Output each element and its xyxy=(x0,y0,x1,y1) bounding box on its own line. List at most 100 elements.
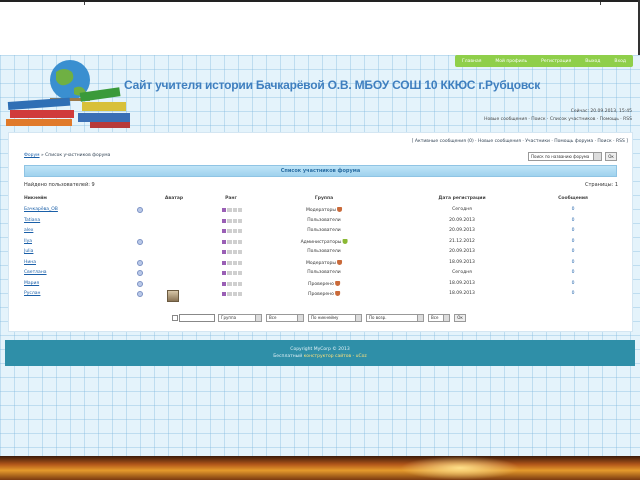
forum-jump-value: Поиск по названию форума xyxy=(531,154,590,159)
member-name-link[interactable]: Tatiana xyxy=(24,218,40,223)
rank-bar xyxy=(222,250,242,254)
post-count[interactable]: 0 xyxy=(572,260,575,265)
member-group: Проверено xyxy=(308,280,340,287)
member-group: Пользователи xyxy=(307,270,340,275)
post-count[interactable]: 0 xyxy=(572,270,575,275)
post-count[interactable]: 0 xyxy=(572,291,575,296)
post-count[interactable]: 0 xyxy=(572,239,575,244)
filter-scope-value: Все xyxy=(269,315,277,320)
filter-count-select[interactable]: Все xyxy=(428,314,450,322)
filter-order-value: По возр. xyxy=(369,315,387,320)
col-registration-date[interactable]: Дата регистрации xyxy=(438,196,485,201)
rank-segment xyxy=(232,281,237,286)
pagination[interactable]: Страницы: 1 xyxy=(585,182,618,188)
registration-date: 18.09.2013 xyxy=(449,291,475,296)
site-title: Сайт учителя истории Бачкарёвой О.В. МБО… xyxy=(124,78,541,92)
profile-icon[interactable] xyxy=(137,291,143,297)
rank-segment xyxy=(222,292,227,296)
rank-segment xyxy=(232,208,237,212)
member-group-label: Пользователи xyxy=(307,217,341,223)
member-name-link[interactable]: Руслан xyxy=(24,291,40,296)
registration-date: 20.09.2013 xyxy=(449,228,475,233)
rank-segment xyxy=(222,260,227,265)
member-name-link[interactable]: Ilya xyxy=(24,239,32,244)
profile-icon[interactable] xyxy=(137,238,143,245)
filter-name-input[interactable] xyxy=(179,314,215,322)
member-name-link[interactable]: Julia xyxy=(24,249,33,254)
member-group-label: Модераторы xyxy=(306,260,336,266)
member-name-link[interactable]: Мария xyxy=(24,281,39,286)
breadcrumb-home-link[interactable]: Форум xyxy=(24,153,40,158)
nav-logout[interactable]: Выход xyxy=(585,59,600,64)
ucoz-link[interactable]: конструктор сайтов - uCoz xyxy=(304,354,367,359)
col-nickname[interactable]: Никнейм xyxy=(24,196,47,201)
rank-bar xyxy=(222,292,242,296)
member-group-label: Проверено xyxy=(308,281,334,287)
profile-icon[interactable] xyxy=(137,280,143,287)
rank-segment xyxy=(237,229,242,233)
group-badge-icon xyxy=(334,280,340,286)
filter-checkbox[interactable] xyxy=(172,315,178,321)
nav-login[interactable]: Вход xyxy=(614,59,626,64)
rank-segment xyxy=(227,260,232,265)
filter-group-value: Группа xyxy=(221,315,237,320)
filter-group-select[interactable]: Группа xyxy=(218,314,262,322)
rank-segment xyxy=(237,250,242,254)
table-row: Мария Проверено 18.09.2013 0 xyxy=(24,280,617,291)
table-row: Руслан Проверено 18.09.2013 0 xyxy=(24,290,617,304)
post-count[interactable]: 0 xyxy=(572,249,575,254)
post-count[interactable]: 0 xyxy=(572,207,575,212)
profile-icon[interactable] xyxy=(137,259,143,266)
filter-sort-value: По никнейму xyxy=(311,315,339,320)
post-count[interactable]: 0 xyxy=(572,281,575,286)
nav-profile[interactable]: Мой профиль xyxy=(495,59,527,64)
post-count[interactable]: 0 xyxy=(572,218,575,223)
chevron-down-icon xyxy=(443,315,449,321)
nav-register[interactable]: Регистрация xyxy=(541,59,571,64)
member-name-link[interactable]: Нина xyxy=(24,260,36,265)
top-nav: Главная Мой профиль Регистрация Выход Вх… xyxy=(455,55,633,67)
header-links[interactable]: Новые сообщения · Поиск · Список участни… xyxy=(484,116,632,124)
rank-segment xyxy=(222,239,227,244)
forum-jump-select[interactable]: Поиск по названию форума xyxy=(528,152,602,161)
member-name-link[interactable]: Бачкарёва_ОВ xyxy=(24,207,58,212)
filter-order-select[interactable]: По возр. xyxy=(366,314,424,322)
col-posts[interactable]: Сообщения xyxy=(558,196,588,201)
filter-sort-select[interactable]: По никнейму xyxy=(308,314,362,322)
member-group: Пользователи xyxy=(307,249,340,254)
filter-scope-select[interactable]: Все xyxy=(266,314,304,322)
rank-bar xyxy=(222,208,242,212)
col-rank: Ранг xyxy=(225,196,237,201)
nav-home[interactable]: Главная xyxy=(462,59,481,64)
rank-segment xyxy=(232,292,237,296)
current-time: Сейчас: 20.09.2013, 15:45 xyxy=(570,109,632,114)
chevron-down-icon xyxy=(355,315,361,321)
registration-date: 18.09.2013 xyxy=(449,280,475,286)
rank-segment xyxy=(227,292,232,296)
filter-go-button[interactable]: Ок xyxy=(454,314,466,322)
header-info: Сейчас: 20.09.2013, 15:45 Новые сообщени… xyxy=(484,108,632,124)
post-count[interactable]: 0 xyxy=(572,228,575,233)
member-group: Администраторы xyxy=(300,238,348,245)
rank-segment xyxy=(222,229,227,233)
col-group[interactable]: Группа xyxy=(315,196,333,201)
rank-segment xyxy=(227,239,232,244)
member-group-label: Администраторы xyxy=(300,239,342,245)
member-name-link[interactable]: Светлана xyxy=(24,270,47,275)
globe-and-books-logo xyxy=(6,60,130,128)
member-name-link[interactable]: alex xyxy=(24,228,33,233)
breadcrumb-current: » Список участников форума xyxy=(40,153,111,158)
sun-glow xyxy=(400,456,520,480)
member-group-label: Пользователи xyxy=(307,228,341,233)
member-group: Пользователи xyxy=(307,228,340,233)
avatar xyxy=(167,290,179,302)
profile-icon[interactable] xyxy=(137,207,143,213)
users-found-count: Найдено пользователей: 9 xyxy=(24,182,95,188)
forum-jump-go-button[interactable]: Ок xyxy=(605,152,617,161)
member-group: Проверено xyxy=(308,291,340,297)
forum-links[interactable]: [ Активные сообщения (0) · Новые сообщен… xyxy=(412,139,628,144)
profile-icon[interactable] xyxy=(137,270,143,276)
rank-segment xyxy=(227,229,232,233)
rank-bar xyxy=(222,239,242,244)
rank-bar xyxy=(222,281,242,286)
